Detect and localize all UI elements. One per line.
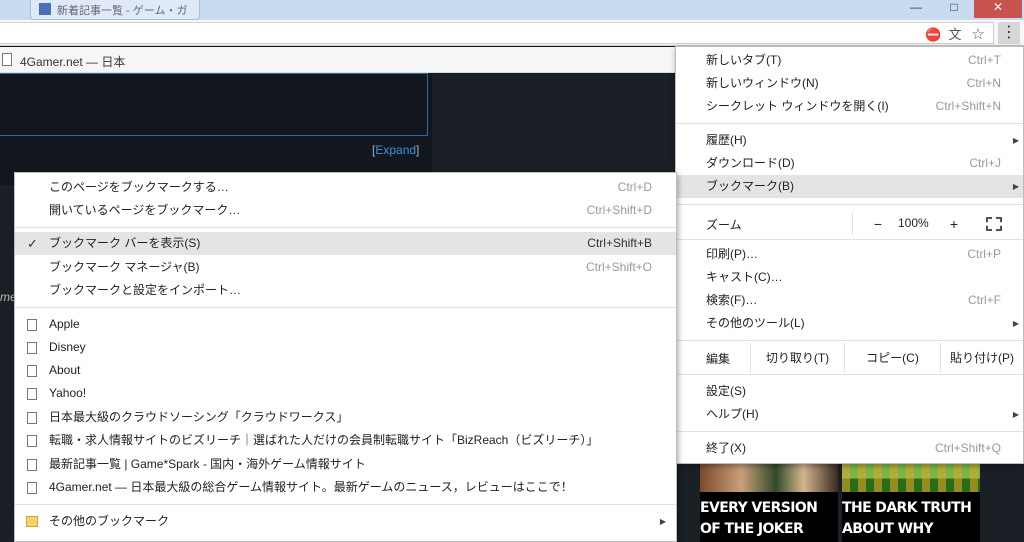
frame-border (0, 73, 428, 136)
chrome-menu-button[interactable]: ⋮ (998, 22, 1020, 44)
tab-favicon-icon (39, 3, 51, 15)
chrome-main-menu: 新しいタブ(T) Ctrl+T 新しいウィンドウ(N) Ctrl+N シークレッ… (675, 46, 1024, 464)
bookmark-item[interactable]: 日本最大級のクラウドソーシング「クラウドワークス」 (15, 406, 676, 429)
menu-item-print[interactable]: 印刷(P)… Ctrl+P (676, 243, 1023, 266)
article-title: THE DARK TRUTH ABOUT WHY YOSHI STICKS OU… (842, 500, 972, 537)
bookmark-item[interactable]: Yahoo! (15, 382, 676, 405)
zoom-divider (852, 213, 853, 235)
copy-button[interactable]: コピー(C) (844, 343, 940, 373)
translate-icon[interactable]: 文 (947, 27, 963, 43)
zoom-out-button[interactable]: − (866, 212, 890, 236)
bookmark-submenu: このページをブックマークする… Ctrl+D 開いているページをブックマーク… … (14, 172, 677, 542)
menu-item-new-tab[interactable]: 新しいタブ(T) Ctrl+T (676, 49, 1023, 72)
menu-item-settings[interactable]: 設定(S) (676, 380, 1023, 403)
menu-item-history[interactable]: 履歴(H) ▶ (676, 129, 1023, 152)
bookmark-item[interactable]: 最新記事一覧 | Game*Spark - 国内・海外ゲーム情報サイト (15, 453, 676, 476)
close-window-button[interactable]: ✕ (974, 0, 1022, 18)
page-icon (27, 388, 37, 400)
menu-separator (15, 504, 676, 505)
zoom-row: ズーム − 100% + (676, 209, 1023, 239)
bookmark-item[interactable]: Disney (15, 336, 676, 359)
paste-button[interactable]: 貼り付け(P) (940, 343, 1023, 373)
tab-title: 新着記事一覧 - ゲーム・ガ (57, 5, 188, 17)
article-card[interactable]: EVERY VERSION OF THE JOKER RANKED FROM (700, 462, 838, 542)
browser-tab[interactable]: 新着記事一覧 - ゲーム・ガ (30, 0, 200, 20)
article-card[interactable]: THE DARK TRUTH ABOUT WHY YOSHI STICKS OU… (842, 462, 980, 542)
submenu-arrow-icon: ▶ (1012, 410, 1019, 419)
menu-item-show-bookmark-bar[interactable]: ✓ ブックマーク バーを表示(S) Ctrl+Shift+B (15, 232, 676, 255)
bookmark-item[interactable]: Apple (15, 313, 676, 336)
bookmark-star-icon[interactable]: ☆ (970, 27, 986, 43)
embedded-frame: [Expand] (0, 73, 432, 185)
menu-item-bookmark-manager[interactable]: ブックマーク マネージャ(B) Ctrl+Shift+O (15, 256, 676, 279)
menu-item-bookmark-open-pages[interactable]: 開いているページをブックマーク… Ctrl+Shift+D (15, 199, 676, 222)
maximize-button[interactable]: □ (936, 0, 972, 18)
folder-icon (26, 516, 38, 527)
menu-item-downloads[interactable]: ダウンロード(D) Ctrl+J (676, 152, 1023, 175)
menu-item-other-bookmarks[interactable]: その他のブックマーク ▶ (15, 510, 676, 533)
menu-item-more-tools[interactable]: その他のツール(L) ▶ (676, 312, 1023, 335)
address-bar[interactable]: ⛔ 文 ☆ (0, 22, 994, 44)
blocked-content-icon[interactable]: ⛔ (925, 27, 941, 43)
bookmark-item[interactable]: 転職・求人情報サイトのビズリーチ｜選ばれた人だけの会員制転職サイト「BizRea… (15, 429, 676, 452)
page-icon (2, 53, 12, 66)
cut-button[interactable]: 切り取り(T) (750, 343, 844, 373)
page-icon (27, 412, 37, 424)
menu-item-bookmarks[interactable]: ブックマーク(B) ▶ (676, 175, 1023, 198)
page-icon (27, 435, 37, 447)
fullscreen-icon[interactable] (986, 217, 1002, 231)
expand-link[interactable]: [Expand] (372, 143, 419, 157)
menu-item-new-window[interactable]: 新しいウィンドウ(N) Ctrl+N (676, 72, 1023, 95)
page-icon (27, 342, 37, 354)
page-icon (27, 459, 37, 471)
menu-item-bookmark-this-page[interactable]: このページをブックマークする… Ctrl+D (15, 176, 676, 199)
toolbar: ⛔ 文 ☆ ⋮ (0, 20, 1024, 46)
tab-strip: 新着記事一覧 - ゲーム・ガ — □ ✕ (0, 0, 1024, 20)
minimize-button[interactable]: — (898, 0, 934, 18)
page-title: 4Gamer.net — 日本 (20, 55, 126, 69)
article-thumbnail (842, 462, 980, 492)
menu-item-cast[interactable]: キャスト(C)… (676, 266, 1023, 289)
menu-separator (15, 227, 676, 228)
edit-row: 編集 切り取り(T) コピー(C) 貼り付け(P) (676, 343, 1023, 373)
submenu-arrow-icon: ▶ (659, 517, 666, 526)
menu-separator (676, 204, 1023, 205)
menu-item-help[interactable]: ヘルプ(H) ▶ (676, 403, 1023, 426)
edit-label: 編集 (706, 352, 731, 366)
menu-separator (676, 374, 1023, 375)
bookmark-item[interactable]: About (15, 359, 676, 382)
menu-separator (676, 123, 1023, 124)
menu-separator (15, 307, 676, 308)
submenu-arrow-icon: ▶ (1012, 182, 1019, 191)
page-icon (27, 365, 37, 377)
zoom-label: ズーム (706, 218, 742, 232)
menu-item-import-bookmarks[interactable]: ブックマークと設定をインポート… (15, 279, 676, 302)
zoom-level: 100% (898, 216, 929, 230)
page-icon (27, 482, 37, 494)
zoom-in-button[interactable]: + (942, 212, 966, 236)
submenu-arrow-icon: ▶ (1012, 319, 1019, 328)
check-icon: ✓ (27, 236, 38, 251)
menu-separator (676, 431, 1023, 432)
article-title: EVERY VERSION OF THE JOKER RANKED FROM (700, 500, 818, 537)
menu-item-incognito[interactable]: シークレット ウィンドウを開く(I) Ctrl+Shift+N (676, 95, 1023, 118)
menu-item-find[interactable]: 検索(F)… Ctrl+F (676, 289, 1023, 312)
menu-separator (676, 340, 1023, 341)
page-icon (27, 319, 37, 331)
submenu-arrow-icon: ▶ (1012, 136, 1019, 145)
menu-item-exit[interactable]: 終了(X) Ctrl+Shift+Q (676, 437, 1023, 460)
article-thumbnail (700, 462, 838, 492)
menu-separator (676, 239, 1023, 240)
bookmark-item[interactable]: 4Gamer.net ― 日本最大級の総合ゲーム情報サイト。最新ゲームのニュース… (15, 476, 676, 499)
